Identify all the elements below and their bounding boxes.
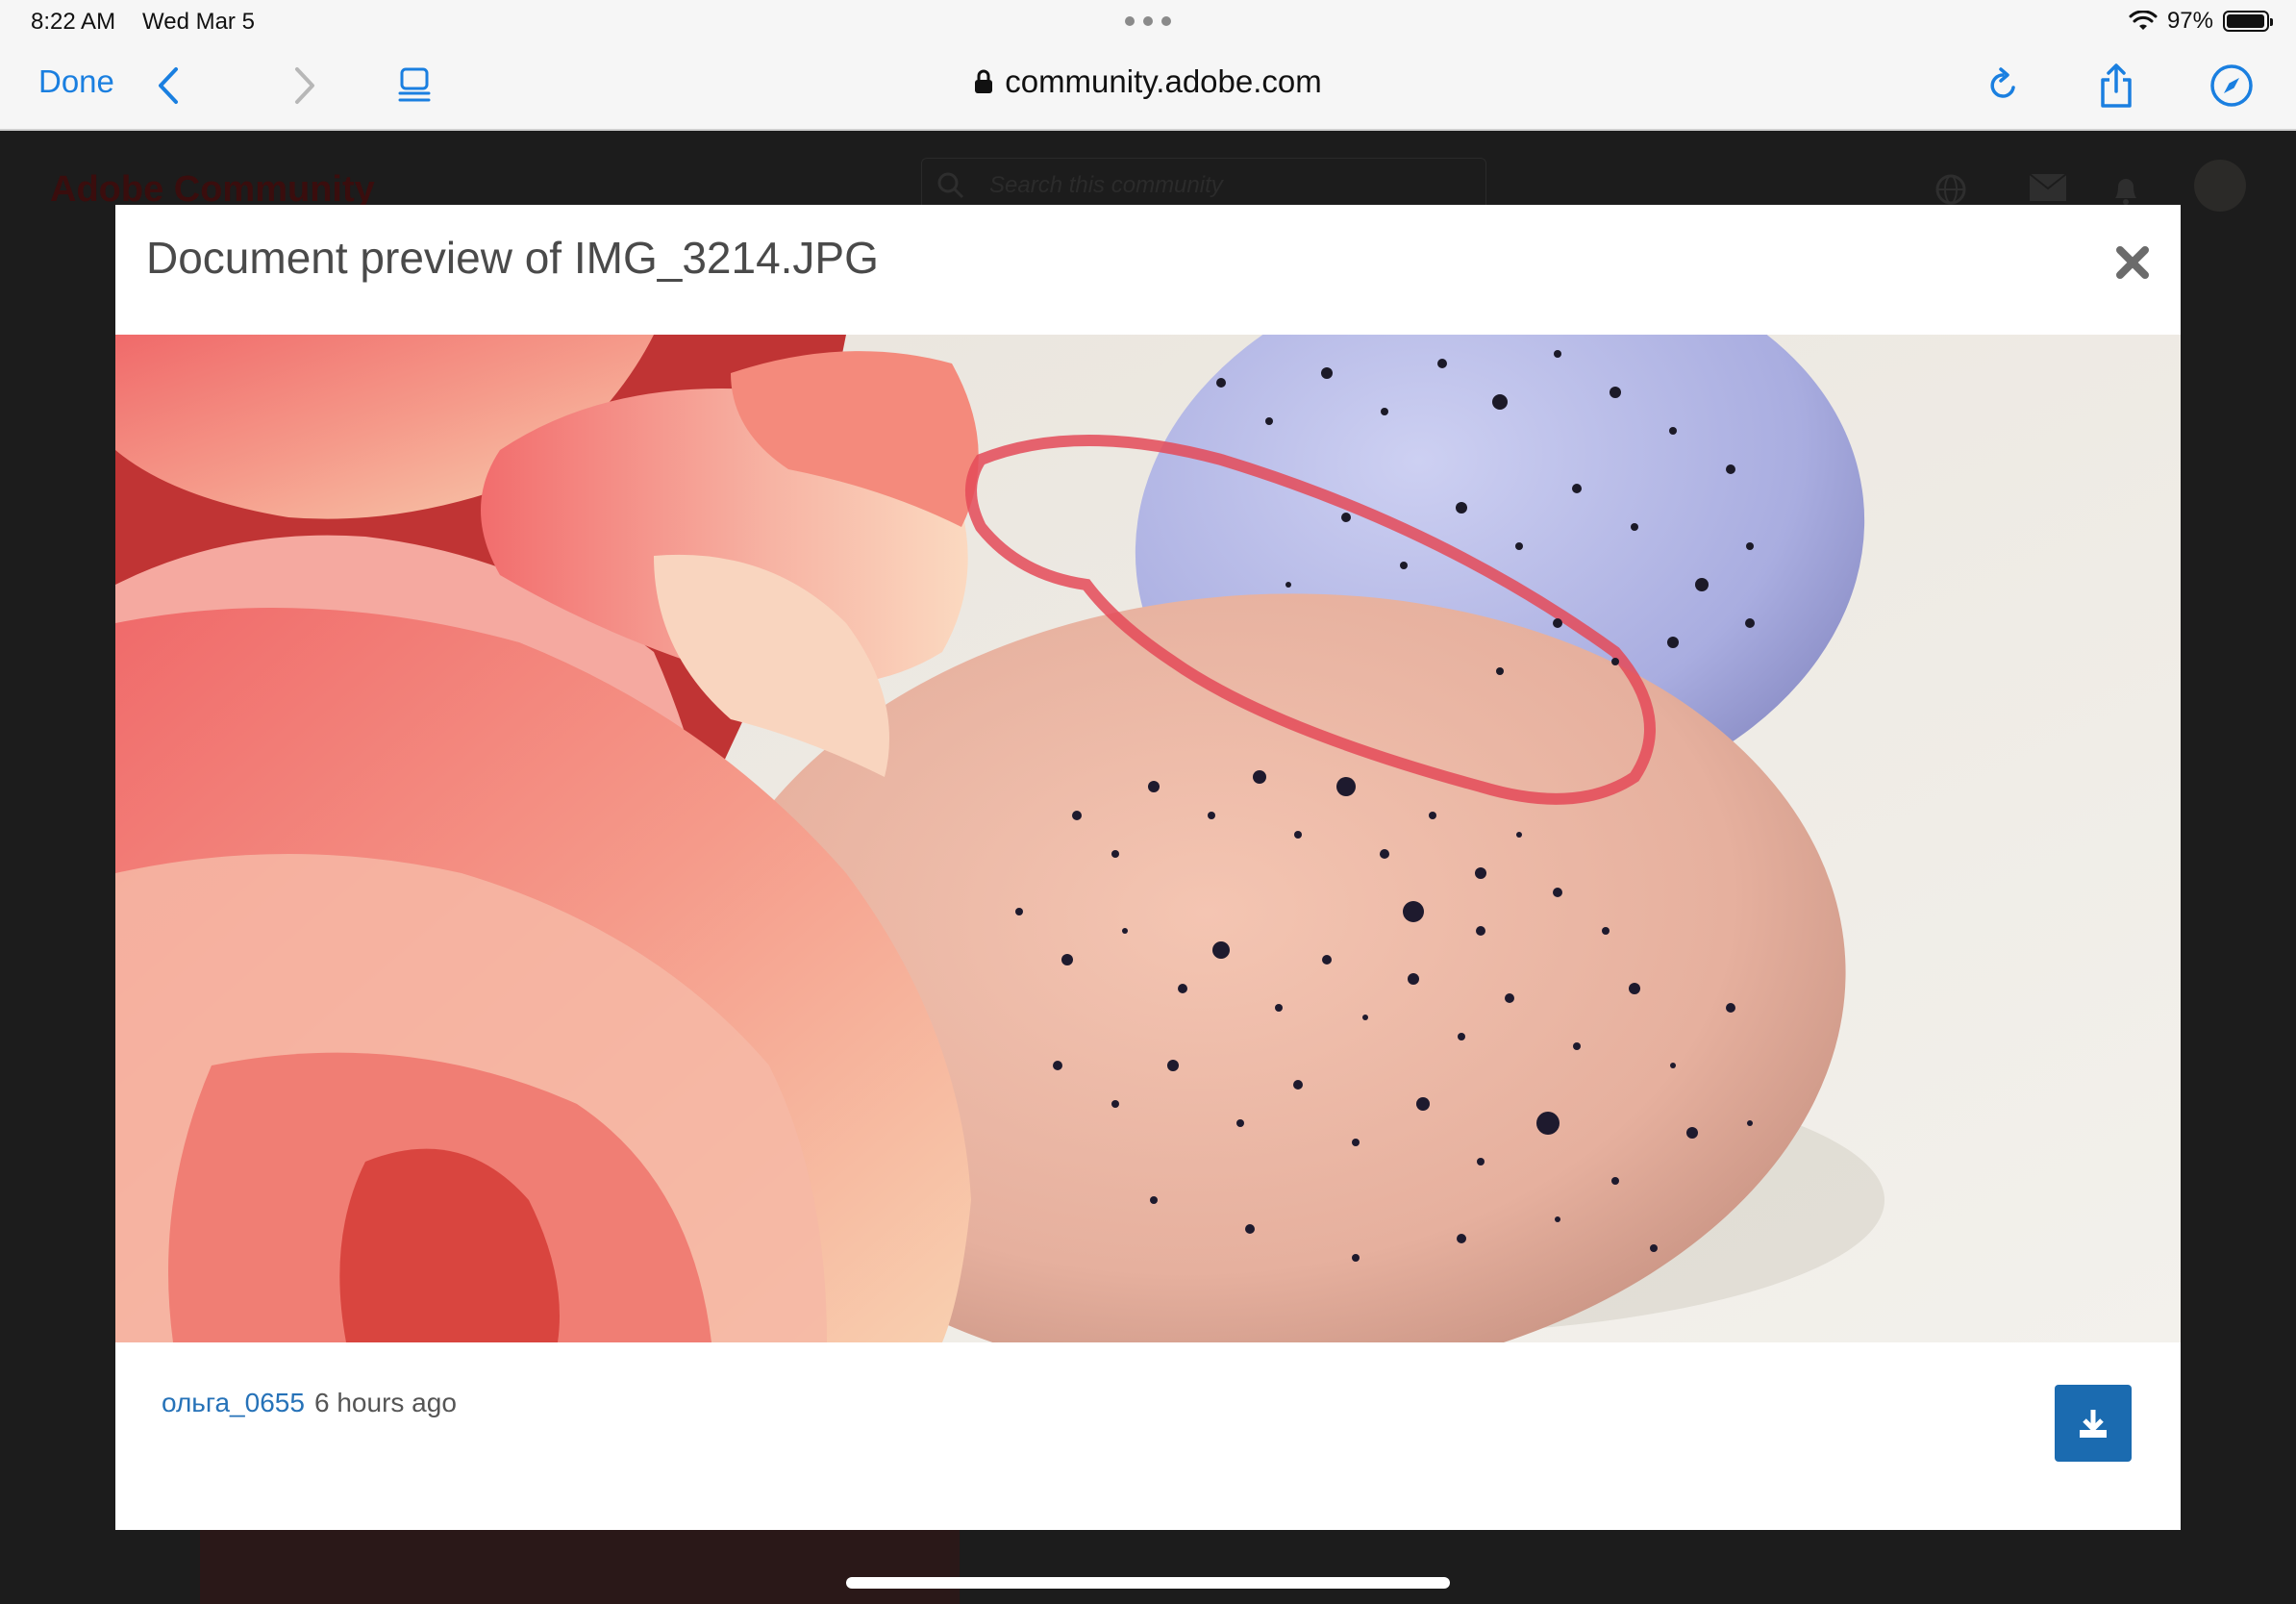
multitasking-icon[interactable] xyxy=(1125,13,1171,29)
status-date: Wed Mar 5 xyxy=(142,9,255,35)
done-button[interactable]: Done xyxy=(38,63,114,100)
url-text: community.adobe.com xyxy=(1005,63,1322,99)
search-placeholder: Search this community xyxy=(989,172,1223,198)
search-icon xyxy=(937,172,964,199)
avatar xyxy=(2194,160,2246,212)
modal-title: Document preview of IMG_3214.JPG xyxy=(146,233,879,283)
compass-icon[interactable] xyxy=(2206,60,2258,112)
home-indicator[interactable] xyxy=(846,1577,1450,1589)
battery-percent: 97% xyxy=(2166,8,2213,34)
reader-icon[interactable] xyxy=(388,60,440,112)
status-bar: 8:22 AM Wed Mar 5 97% xyxy=(0,0,2296,46)
mail-icon xyxy=(2029,173,2067,201)
lock-icon xyxy=(975,69,993,93)
back-icon[interactable] xyxy=(142,60,194,112)
forward-icon[interactable] xyxy=(279,60,331,112)
author-link[interactable]: ольга_0655 xyxy=(162,1388,305,1418)
post-time: 6 hours ago xyxy=(314,1388,457,1417)
browser-toolbar: Done community.adobe.com xyxy=(0,46,2296,131)
battery-icon xyxy=(2223,11,2273,32)
preview-image xyxy=(115,335,2181,1342)
bell-icon xyxy=(2115,179,2136,205)
share-icon[interactable] xyxy=(2090,60,2142,112)
status-indicators: 97% xyxy=(2129,8,2273,35)
status-time: 8:22 AM xyxy=(31,9,116,35)
wifi-icon xyxy=(2129,11,2158,30)
document-preview-modal: Document preview of IMG_3214.JPG ольга_0… xyxy=(115,205,2181,1530)
globe-icon xyxy=(1935,174,1966,205)
reload-icon[interactable] xyxy=(1977,60,2029,112)
background-image xyxy=(200,1527,960,1604)
download-icon xyxy=(2080,1410,2107,1438)
address-bar[interactable]: community.adobe.com xyxy=(974,63,1322,100)
close-icon[interactable] xyxy=(2113,243,2152,282)
download-button[interactable] xyxy=(2055,1385,2132,1462)
